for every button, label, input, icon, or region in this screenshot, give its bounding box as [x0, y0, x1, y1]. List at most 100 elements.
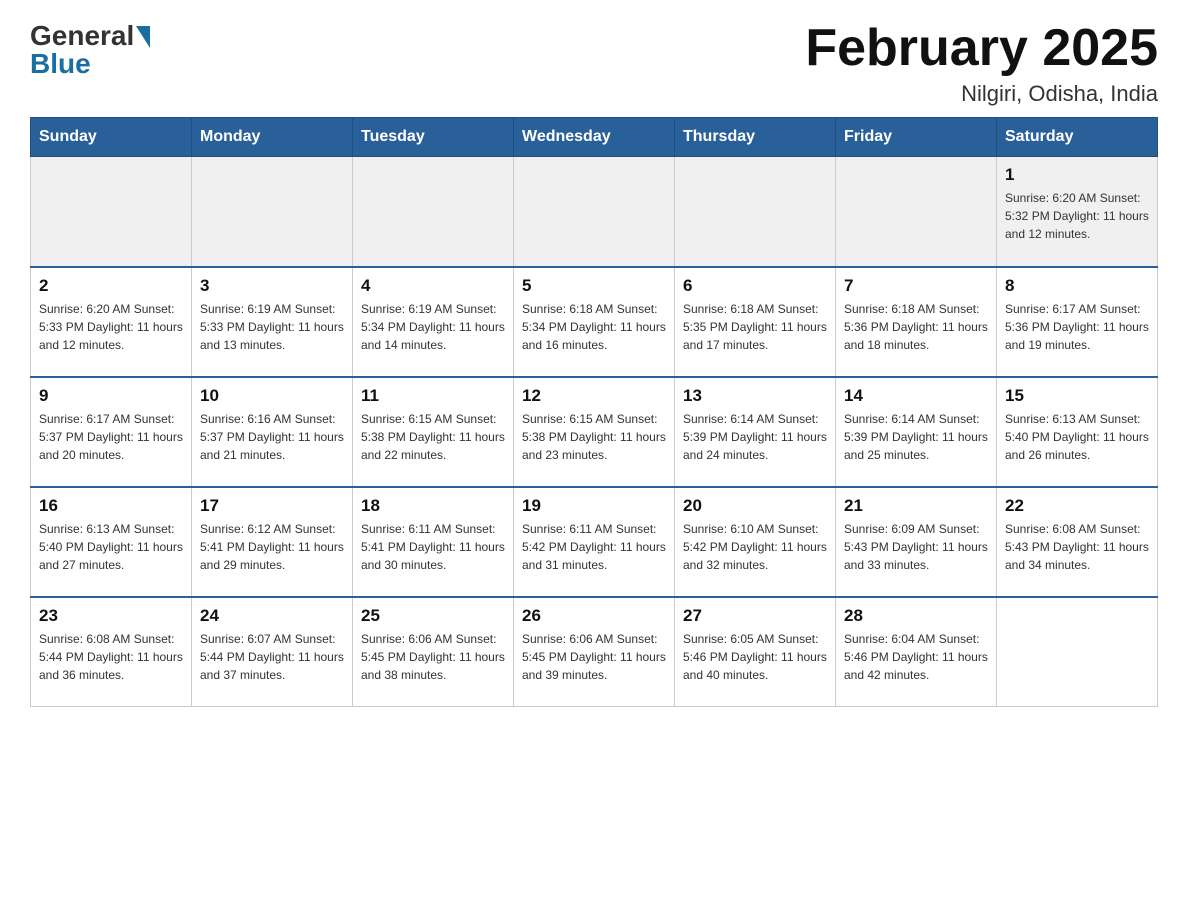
day-info: Sunrise: 6:06 AM Sunset: 5:45 PM Dayligh…	[361, 630, 505, 684]
day-number: 11	[361, 386, 505, 406]
calendar-cell: 11 Sunrise: 6:15 AM Sunset: 5:38 PM Dayli…	[353, 377, 514, 487]
day-number: 12	[522, 386, 666, 406]
calendar-cell: 24Sunrise: 6:07 AM Sunset: 5:44 PM Dayli…	[192, 597, 353, 707]
day-number: 7	[844, 276, 988, 296]
calendar-cell: 9 Sunrise: 6:17 AM Sunset: 5:37 PM Daylig…	[31, 377, 192, 487]
calendar-cell	[353, 157, 514, 267]
calendar-cell: 25Sunrise: 6:06 AM Sunset: 5:45 PM Dayli…	[353, 597, 514, 707]
title-block: February 2025 Nilgiri, Odisha, India	[805, 20, 1158, 107]
day-info: Sunrise: 6:06 AM Sunset: 5:45 PM Dayligh…	[522, 630, 666, 684]
day-info: Sunrise: 6:09 AM Sunset: 5:43 PM Dayligh…	[844, 520, 988, 574]
day-info: Sunrise: 6:18 AM Sunset: 5:34 PM Dayligh…	[522, 300, 666, 354]
calendar-week-row: 2Sunrise: 6:20 AM Sunset: 5:33 PM Daylig…	[31, 267, 1158, 377]
calendar-week-row: 16 Sunrise: 6:13 AM Sunset: 5:40 PM Dayli…	[31, 487, 1158, 597]
calendar-cell: 22 Sunrise: 6:08 AM Sunset: 5:43 PM Dayli…	[997, 487, 1158, 597]
day-info: Sunrise: 6:18 AM Sunset: 5:36 PM Dayligh…	[844, 300, 988, 354]
calendar-cell: 15 Sunrise: 6:13 AM Sunset: 5:40 PM Dayli…	[997, 377, 1158, 487]
day-info: Sunrise: 6:15 AM Sunset: 5:38 PM Dayligh…	[361, 410, 505, 464]
calendar-cell	[514, 157, 675, 267]
calendar-cell	[836, 157, 997, 267]
day-info: Sunrise: 6:16 AM Sunset: 5:37 PM Dayligh…	[200, 410, 344, 464]
day-info: Sunrise: 6:13 AM Sunset: 5:40 PM Dayligh…	[39, 520, 183, 574]
day-info: Sunrise: 6:14 AM Sunset: 5:39 PM Dayligh…	[683, 410, 827, 464]
weekday-header-monday: Monday	[192, 118, 353, 157]
logo-arrow-icon	[136, 26, 150, 48]
month-title: February 2025	[805, 20, 1158, 77]
location-subtitle: Nilgiri, Odisha, India	[805, 81, 1158, 107]
calendar-cell: 28 Sunrise: 6:04 AM Sunset: 5:46 PM Dayli…	[836, 597, 997, 707]
weekday-header-sunday: Sunday	[31, 118, 192, 157]
calendar-week-row: 9 Sunrise: 6:17 AM Sunset: 5:37 PM Daylig…	[31, 377, 1158, 487]
day-info: Sunrise: 6:05 AM Sunset: 5:46 PM Dayligh…	[683, 630, 827, 684]
calendar-cell: 16 Sunrise: 6:13 AM Sunset: 5:40 PM Dayli…	[31, 487, 192, 597]
day-info: Sunrise: 6:19 AM Sunset: 5:34 PM Dayligh…	[361, 300, 505, 354]
weekday-header-thursday: Thursday	[675, 118, 836, 157]
calendar-cell: 17 Sunrise: 6:12 AM Sunset: 5:41 PM Dayli…	[192, 487, 353, 597]
day-info: Sunrise: 6:13 AM Sunset: 5:40 PM Dayligh…	[1005, 410, 1149, 464]
day-info: Sunrise: 6:11 AM Sunset: 5:42 PM Dayligh…	[522, 520, 666, 574]
day-info: Sunrise: 6:12 AM Sunset: 5:41 PM Dayligh…	[200, 520, 344, 574]
day-number: 15	[1005, 386, 1149, 406]
day-info: Sunrise: 6:04 AM Sunset: 5:46 PM Dayligh…	[844, 630, 988, 684]
day-info: Sunrise: 6:08 AM Sunset: 5:43 PM Dayligh…	[1005, 520, 1149, 574]
day-number: 23	[39, 606, 183, 626]
day-number: 22	[1005, 496, 1149, 516]
logo-blue-text: Blue	[30, 48, 91, 80]
day-number: 21	[844, 496, 988, 516]
weekday-header-wednesday: Wednesday	[514, 118, 675, 157]
calendar-cell: 23 Sunrise: 6:08 AM Sunset: 5:44 PM Dayli…	[31, 597, 192, 707]
calendar-cell: 14 Sunrise: 6:14 AM Sunset: 5:39 PM Dayli…	[836, 377, 997, 487]
day-number: 9	[39, 386, 183, 406]
day-number: 27	[683, 606, 827, 626]
day-info: Sunrise: 6:08 AM Sunset: 5:44 PM Dayligh…	[39, 630, 183, 684]
calendar-cell: 18Sunrise: 6:11 AM Sunset: 5:41 PM Dayli…	[353, 487, 514, 597]
day-info: Sunrise: 6:14 AM Sunset: 5:39 PM Dayligh…	[844, 410, 988, 464]
day-info: Sunrise: 6:19 AM Sunset: 5:33 PM Dayligh…	[200, 300, 344, 354]
weekday-header-saturday: Saturday	[997, 118, 1158, 157]
calendar-cell: 3 Sunrise: 6:19 AM Sunset: 5:33 PM Daylig…	[192, 267, 353, 377]
day-number: 20	[683, 496, 827, 516]
calendar-cell	[675, 157, 836, 267]
day-info: Sunrise: 6:20 AM Sunset: 5:32 PM Dayligh…	[1005, 189, 1149, 243]
calendar-cell: 27 Sunrise: 6:05 AM Sunset: 5:46 PM Dayli…	[675, 597, 836, 707]
calendar-cell: 6 Sunrise: 6:18 AM Sunset: 5:35 PM Daylig…	[675, 267, 836, 377]
weekday-header-row: SundayMondayTuesdayWednesdayThursdayFrid…	[31, 118, 1158, 157]
calendar-cell: 19 Sunrise: 6:11 AM Sunset: 5:42 PM Dayli…	[514, 487, 675, 597]
calendar-cell: 12 Sunrise: 6:15 AM Sunset: 5:38 PM Dayli…	[514, 377, 675, 487]
calendar-cell: 13Sunrise: 6:14 AM Sunset: 5:39 PM Dayli…	[675, 377, 836, 487]
calendar-cell	[31, 157, 192, 267]
calendar-cell	[997, 597, 1158, 707]
page-header: General Blue February 2025 Nilgiri, Odis…	[30, 20, 1158, 107]
day-number: 16	[39, 496, 183, 516]
calendar-cell: 7 Sunrise: 6:18 AM Sunset: 5:36 PM Daylig…	[836, 267, 997, 377]
day-number: 14	[844, 386, 988, 406]
day-number: 28	[844, 606, 988, 626]
calendar-cell: 21 Sunrise: 6:09 AM Sunset: 5:43 PM Dayli…	[836, 487, 997, 597]
calendar-cell: 4Sunrise: 6:19 AM Sunset: 5:34 PM Daylig…	[353, 267, 514, 377]
day-number: 3	[200, 276, 344, 296]
day-number: 5	[522, 276, 666, 296]
day-info: Sunrise: 6:10 AM Sunset: 5:42 PM Dayligh…	[683, 520, 827, 574]
calendar-cell: 20 Sunrise: 6:10 AM Sunset: 5:42 PM Dayli…	[675, 487, 836, 597]
calendar-week-row: 23 Sunrise: 6:08 AM Sunset: 5:44 PM Dayli…	[31, 597, 1158, 707]
weekday-header-friday: Friday	[836, 118, 997, 157]
calendar-cell: 2Sunrise: 6:20 AM Sunset: 5:33 PM Daylig…	[31, 267, 192, 377]
calendar-cell: 10Sunrise: 6:16 AM Sunset: 5:37 PM Dayli…	[192, 377, 353, 487]
day-number: 1	[1005, 165, 1149, 185]
calendar-cell: 26Sunrise: 6:06 AM Sunset: 5:45 PM Dayli…	[514, 597, 675, 707]
day-info: Sunrise: 6:15 AM Sunset: 5:38 PM Dayligh…	[522, 410, 666, 464]
day-number: 6	[683, 276, 827, 296]
day-number: 19	[522, 496, 666, 516]
calendar-cell: 8 Sunrise: 6:17 AM Sunset: 5:36 PM Daylig…	[997, 267, 1158, 377]
calendar-week-row: 1 Sunrise: 6:20 AM Sunset: 5:32 PM Daylig…	[31, 157, 1158, 267]
day-info: Sunrise: 6:18 AM Sunset: 5:35 PM Dayligh…	[683, 300, 827, 354]
logo: General Blue	[30, 20, 150, 80]
day-info: Sunrise: 6:17 AM Sunset: 5:36 PM Dayligh…	[1005, 300, 1149, 354]
day-number: 8	[1005, 276, 1149, 296]
day-number: 18	[361, 496, 505, 516]
day-info: Sunrise: 6:07 AM Sunset: 5:44 PM Dayligh…	[200, 630, 344, 684]
weekday-header-tuesday: Tuesday	[353, 118, 514, 157]
day-info: Sunrise: 6:17 AM Sunset: 5:37 PM Dayligh…	[39, 410, 183, 464]
day-number: 2	[39, 276, 183, 296]
day-number: 17	[200, 496, 344, 516]
